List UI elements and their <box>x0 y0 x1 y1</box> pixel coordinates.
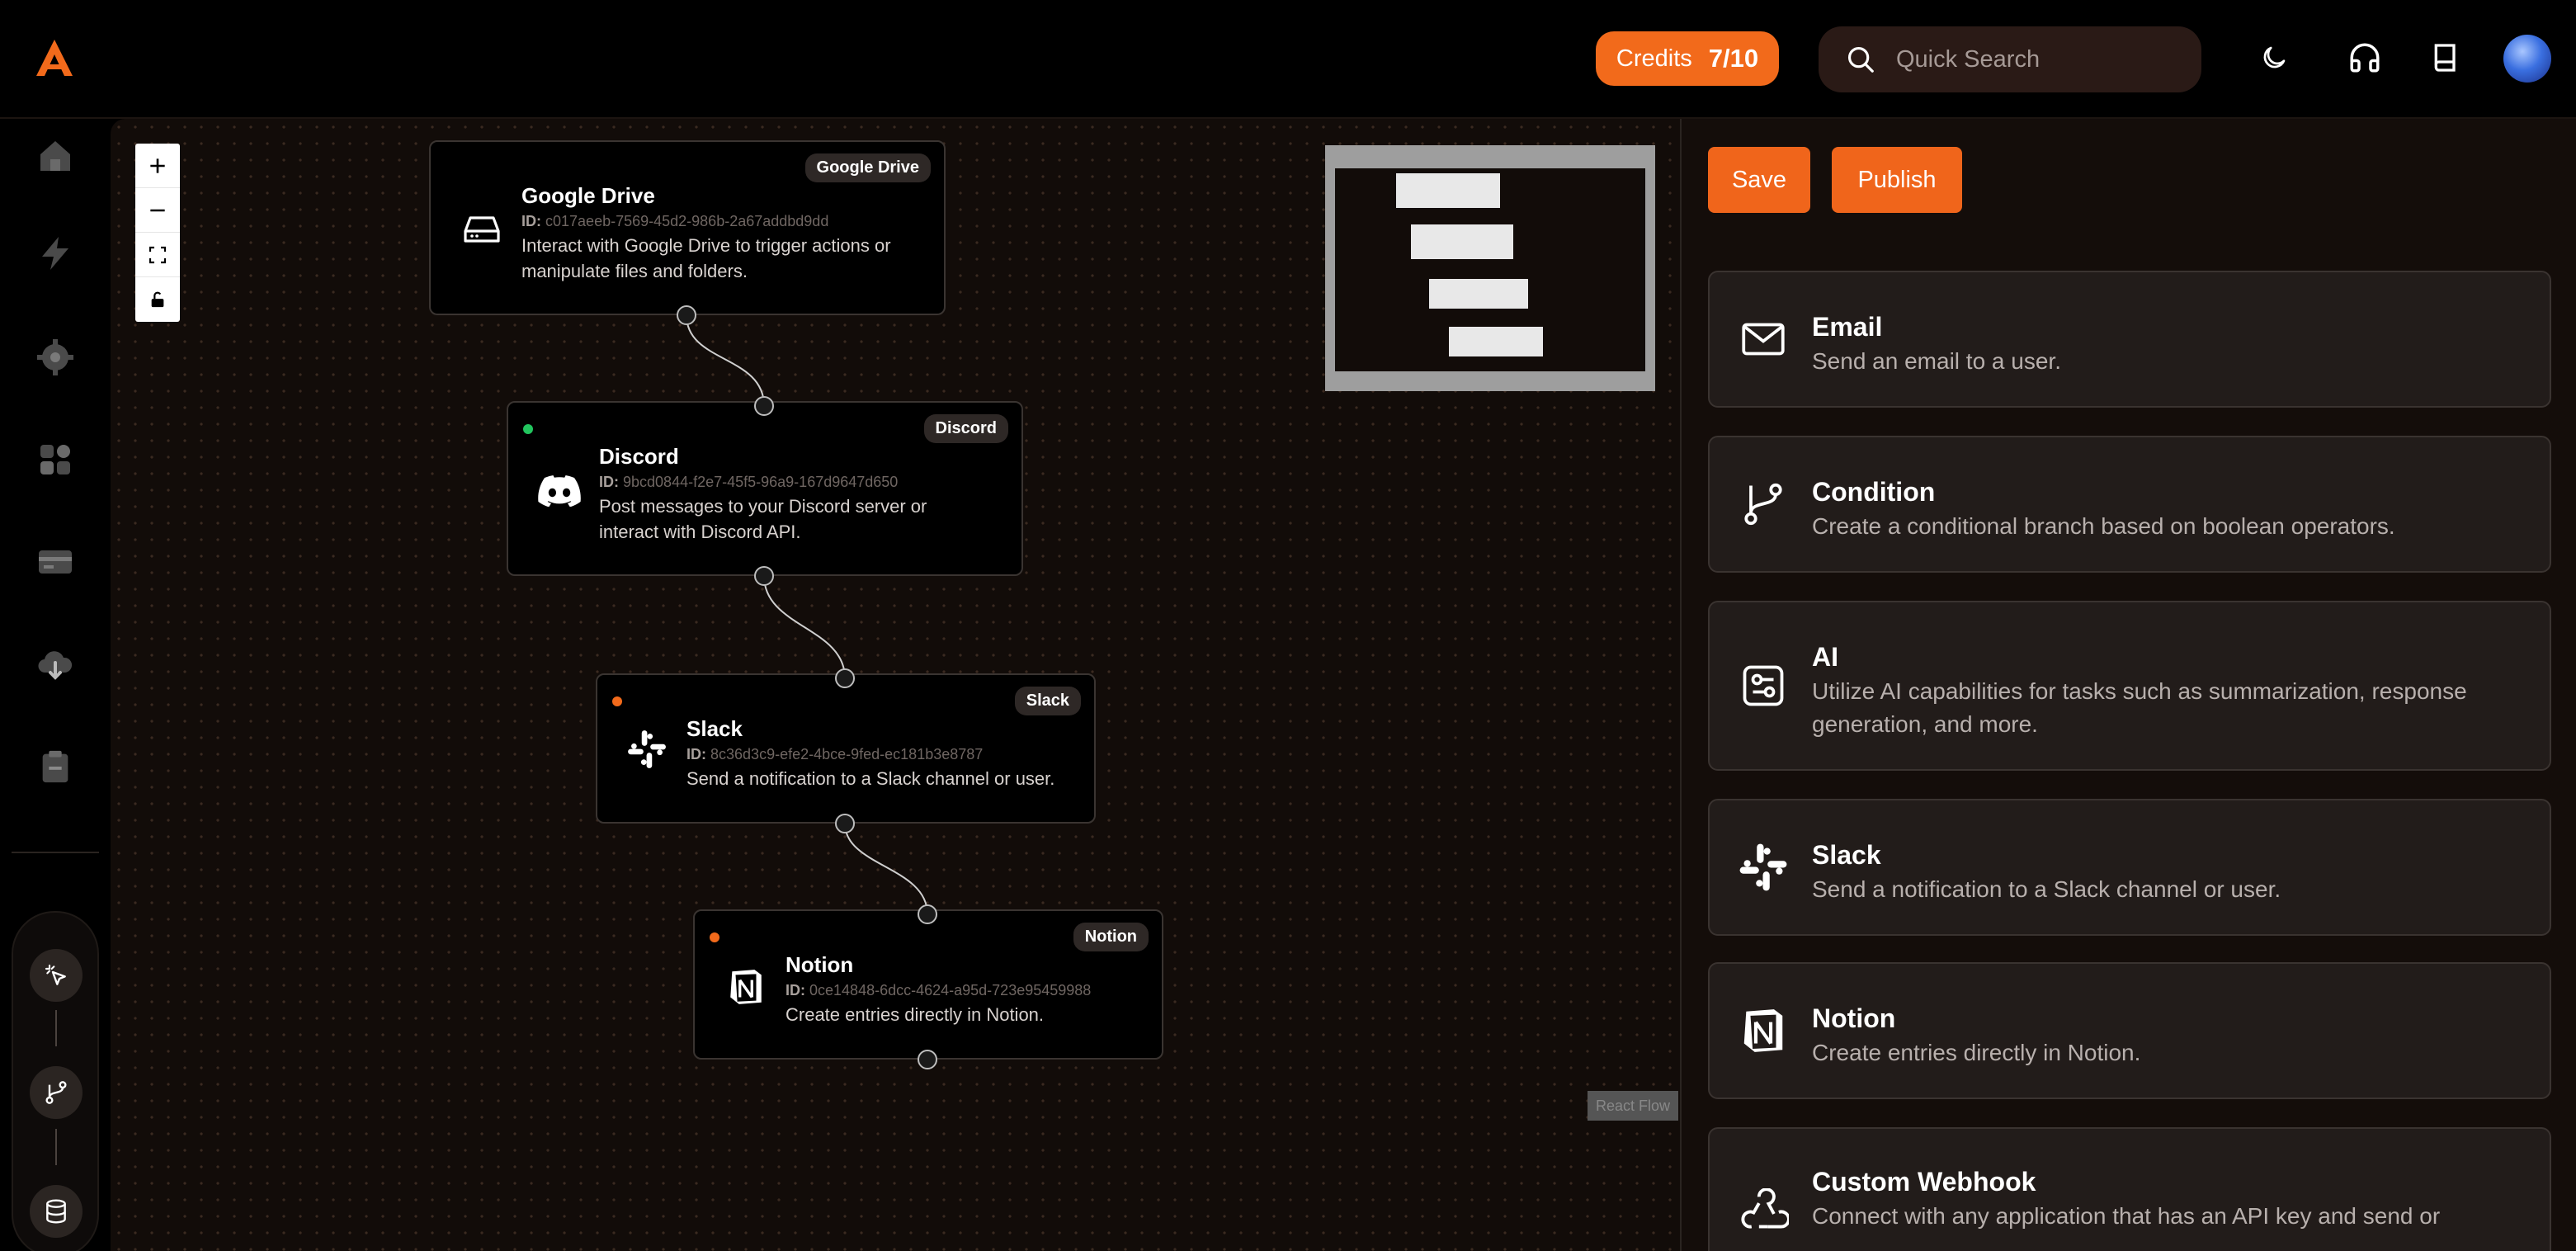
card-title: AI <box>1812 642 1838 672</box>
fit-view-icon[interactable] <box>135 233 180 277</box>
node-description: Create entries directly in Notion. <box>786 1004 1045 1025</box>
node-output-handle[interactable] <box>754 566 774 586</box>
flow-node-slack[interactable]: Slack Slack ID: 8c36d3c9-efe2-4bce-9fed-… <box>596 673 1096 824</box>
node-output-handle[interactable] <box>677 305 696 325</box>
book-icon[interactable] <box>2423 35 2469 81</box>
edge-slack-notion <box>844 823 928 915</box>
minimap[interactable] <box>1325 145 1655 391</box>
card-description: Send an email to a user. <box>1812 348 2061 374</box>
ai-icon <box>1734 657 1792 715</box>
action-card-email[interactable]: Email Send an email to a user. <box>1708 271 2551 408</box>
node-input-handle[interactable] <box>918 904 937 924</box>
slack-icon <box>1734 838 1792 896</box>
node-input-handle[interactable] <box>754 396 774 416</box>
slack-icon <box>624 726 670 772</box>
minimap-node <box>1449 327 1543 356</box>
node-title: Google Drive <box>521 183 655 208</box>
flow-node-discord[interactable]: Discord Discord ID: 9bcd0844-f2e7-45f5-9… <box>507 401 1023 576</box>
edge-drive-discord <box>686 314 765 407</box>
search-input[interactable] <box>1896 45 2177 73</box>
node-tag: Google Drive <box>804 153 931 182</box>
card-description: Utilize AI capabilities for tasks such a… <box>1812 678 2467 737</box>
node-description: Interact with Google Drive to trigger ac… <box>521 235 891 281</box>
node-id: ID: 0ce14848-6dcc-4624-a95d-723e95459988 <box>786 982 1092 998</box>
card-title: Email <box>1812 312 1883 342</box>
publish-button[interactable]: Publish <box>1832 147 1962 213</box>
card-description: Create entries directly in Notion. <box>1812 1040 2141 1065</box>
user-avatar[interactable] <box>2503 35 2551 83</box>
node-description: Send a notification to a Slack channel o… <box>686 768 1055 789</box>
card-title: Slack <box>1812 840 1881 870</box>
headphones-icon[interactable] <box>2342 35 2388 81</box>
search-icon <box>1847 46 1874 73</box>
node-id: ID: 8c36d3c9-efe2-4bce-9fed-ec181b3e8787 <box>686 746 984 762</box>
discord-icon <box>536 467 583 513</box>
zoom-in-icon[interactable] <box>135 144 180 188</box>
save-button[interactable]: Save <box>1708 147 1810 213</box>
mail-icon <box>1734 310 1792 368</box>
hard-drive-icon <box>459 206 505 253</box>
node-tag: Notion <box>1073 923 1149 951</box>
action-card-notion[interactable]: Notion Create entries directly in Notion… <box>1708 962 2551 1099</box>
card-description: Connect with any application that has an… <box>1812 1203 2441 1229</box>
card-title: Notion <box>1812 1003 1896 1033</box>
node-title: Discord <box>599 444 679 469</box>
minimap-viewport <box>1335 168 1645 371</box>
git-branch-icon <box>1734 475 1792 533</box>
flow-node-google-drive[interactable]: Google Drive Google Drive ID: c017aeeb-7… <box>429 140 946 315</box>
node-input-handle[interactable] <box>835 668 855 688</box>
node-tag: Slack <box>1014 687 1081 715</box>
zoom-out-icon[interactable] <box>135 188 180 233</box>
node-output-handle[interactable] <box>918 1050 937 1069</box>
card-title: Condition <box>1812 477 1936 507</box>
credits-count: 7/10 <box>1708 44 1759 73</box>
webhook-icon <box>1734 1185 1792 1243</box>
node-title: Slack <box>686 716 743 741</box>
action-card-custom-webhook[interactable]: Custom Webhook Connect with any applicat… <box>1708 1127 2551 1251</box>
node-id: ID: c017aeeb-7569-45d2-986b-2a67addbd9dd <box>521 213 829 229</box>
status-dot <box>710 932 719 942</box>
flow-node-notion[interactable]: Notion Notion ID: 0ce14848-6dcc-4624-a95… <box>693 909 1163 1060</box>
notion-icon <box>1734 1002 1792 1060</box>
card-title: Custom Webhook <box>1812 1167 2036 1197</box>
minimap-node <box>1429 279 1528 309</box>
action-card-condition[interactable]: Condition Create a conditional branch ba… <box>1708 436 2551 573</box>
minimap-node <box>1396 173 1500 208</box>
quick-search[interactable] <box>1819 26 2201 92</box>
react-flow-attribution[interactable]: React Flow <box>1588 1091 1678 1121</box>
action-card-ai[interactable]: AI Utilize AI capabilities for tasks suc… <box>1708 601 2551 771</box>
moon-icon[interactable] <box>2251 35 2297 81</box>
zoom-controls <box>135 144 180 322</box>
notion-icon <box>723 964 769 1010</box>
node-description: Post messages to your Discord server or … <box>599 496 927 542</box>
lock-icon[interactable] <box>135 277 180 322</box>
node-id: ID: 9bcd0844-f2e7-45f5-96a9-167d9647d650 <box>599 474 899 490</box>
node-output-handle[interactable] <box>835 814 855 833</box>
node-tag: Discord <box>923 414 1008 443</box>
card-description: Send a notification to a Slack channel o… <box>1812 876 2281 902</box>
status-dot <box>612 696 622 706</box>
card-description: Create a conditional branch based on boo… <box>1812 513 2395 539</box>
action-card-slack[interactable]: Slack Send a notification to a Slack cha… <box>1708 799 2551 936</box>
edge-discord-slack <box>763 575 846 679</box>
status-dot <box>523 424 533 434</box>
minimap-node <box>1411 224 1513 259</box>
node-title: Notion <box>786 952 854 977</box>
